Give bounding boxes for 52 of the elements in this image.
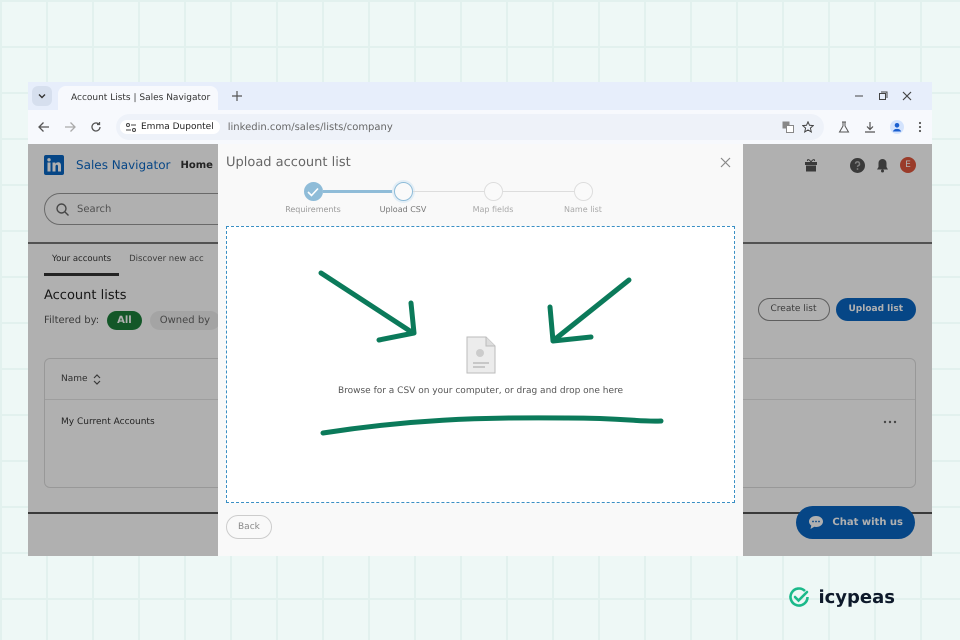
- dialog-title: Upload account list: [226, 154, 351, 170]
- new-tab-icon[interactable]: [232, 91, 242, 101]
- page-heading: Account lists: [44, 288, 128, 303]
- profile-chip[interactable]: Emma Dupontel: [120, 120, 220, 134]
- back-button[interactable]: Back: [226, 515, 272, 539]
- search-icon: [56, 203, 69, 216]
- tab-list-button[interactable]: [32, 86, 52, 106]
- avatar[interactable]: E: [900, 157, 916, 173]
- brand-name: Sales Navigator: [76, 158, 170, 172]
- filter-pill[interactable]: Owned by: [150, 311, 220, 330]
- page-tab[interactable]: Discover new acc: [121, 244, 212, 276]
- step-label: Upload CSV: [380, 205, 426, 214]
- tune-icon: [126, 122, 136, 132]
- help-icon[interactable]: [850, 158, 865, 172]
- close-icon[interactable]: [902, 91, 912, 101]
- drop-instructions: Browse for a CSV on your computer, or drag and drop one here: [338, 386, 624, 396]
- check-badge-icon: [788, 586, 810, 608]
- bell-icon[interactable]: [875, 158, 890, 172]
- profile-icon[interactable]: [890, 120, 904, 134]
- url-text: linkedin.com/sales/lists/company: [228, 122, 393, 132]
- flask-icon[interactable]: [838, 121, 850, 133]
- step-label: Map fields: [472, 205, 514, 214]
- download-icon[interactable]: [864, 121, 876, 133]
- drop-zone[interactable]: Browse for a CSV on your computer, or drag and drop one here: [226, 226, 735, 503]
- nav-link[interactable]: Home: [180, 160, 213, 170]
- menu-icon[interactable]: [918, 121, 922, 133]
- star-icon[interactable]: [802, 121, 814, 133]
- table-cell: My Current Accounts: [61, 417, 155, 427]
- translate-icon[interactable]: [782, 121, 794, 133]
- upload-button[interactable]: Upload list: [836, 298, 916, 320]
- filter-label: Filtered by:: [44, 315, 100, 326]
- create-button[interactable]: Create list: [758, 298, 830, 320]
- brand-logo-text: icypeas: [818, 586, 895, 608]
- file-icon: [466, 336, 496, 374]
- tab-title: Account Lists | Sales Navigator: [71, 93, 210, 103]
- page-tab[interactable]: Your accounts: [44, 244, 120, 276]
- chat-bubble-icon: [808, 515, 824, 530]
- step-label: Name list: [564, 205, 602, 214]
- address-bar[interactable]: Emma Dupontel linkedin.com/sales/lists/company: [116, 114, 824, 140]
- browser-tab[interactable]: Account Lists | Sales Navigator: [58, 86, 218, 110]
- back-arrow-icon[interactable]: [38, 121, 50, 133]
- reload-icon[interactable]: [90, 121, 102, 133]
- gift-icon[interactable]: [804, 158, 818, 172]
- sort-icon: [92, 374, 101, 384]
- restore-icon[interactable]: [878, 91, 888, 101]
- column-header[interactable]: Name: [61, 374, 101, 384]
- in-logo-icon: [44, 155, 64, 175]
- chevron-down-icon: [37, 91, 47, 101]
- chat-button[interactable]: Chat with us: [796, 506, 915, 539]
- more-icon[interactable]: [883, 420, 897, 424]
- filter-pill[interactable]: All: [107, 311, 142, 330]
- step-label: Requirements: [285, 205, 341, 214]
